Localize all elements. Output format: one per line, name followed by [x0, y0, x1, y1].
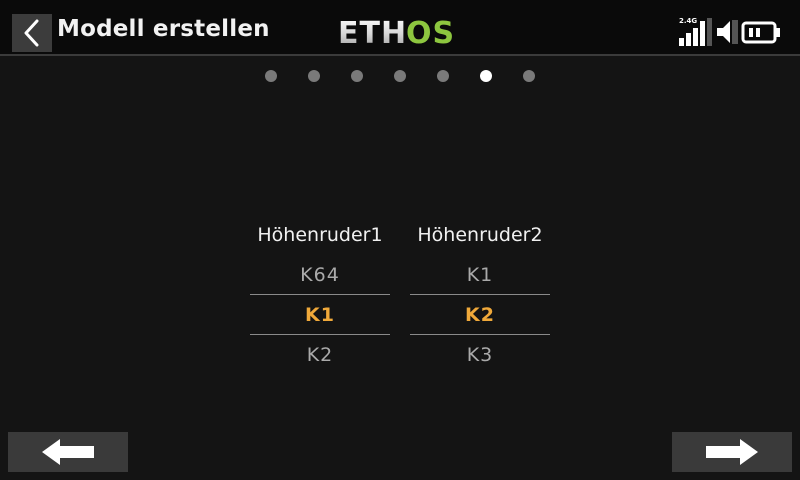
page-dot [265, 70, 277, 82]
brand-part2: OS [406, 16, 455, 46]
ethos-logo: ETH OS [338, 16, 455, 46]
signal-bars-icon [679, 18, 712, 46]
page-dot [437, 70, 449, 82]
arrow-left-icon [42, 439, 94, 465]
volume-icon [717, 20, 738, 44]
page-dot-active [480, 70, 492, 82]
picker-item-selected[interactable]: K1 [250, 304, 390, 326]
chevron-left-icon [24, 19, 39, 47]
back-button[interactable] [12, 14, 52, 52]
picker-item-selected[interactable]: K2 [410, 304, 550, 326]
picker-divider [410, 334, 550, 335]
picker-divider [410, 294, 550, 295]
status-icons: 2.4G [676, 16, 788, 48]
page-dot [523, 70, 535, 82]
picker-divider [250, 294, 390, 295]
previous-button[interactable] [8, 432, 128, 472]
picker-item-prev[interactable]: K64 [250, 264, 390, 286]
picker-divider [250, 334, 390, 335]
picker-item-prev[interactable]: K1 [410, 264, 550, 286]
next-button[interactable] [672, 432, 792, 472]
brand-part1: ETH [338, 16, 407, 46]
picker-item-next[interactable]: K3 [410, 344, 550, 366]
battery-icon [741, 21, 780, 44]
top-bar: Modell erstellen ETH OS 2.4G [0, 0, 800, 56]
page-title: Modell erstellen [57, 16, 270, 42]
picker-header: Höhenruder1 [257, 224, 383, 246]
page-dot [308, 70, 320, 82]
picker-item-next[interactable]: K2 [250, 344, 390, 366]
page-dot [394, 70, 406, 82]
picker-header: Höhenruder2 [417, 224, 543, 246]
page-indicator [0, 68, 800, 84]
page-dot [351, 70, 363, 82]
arrow-right-icon [706, 439, 758, 465]
